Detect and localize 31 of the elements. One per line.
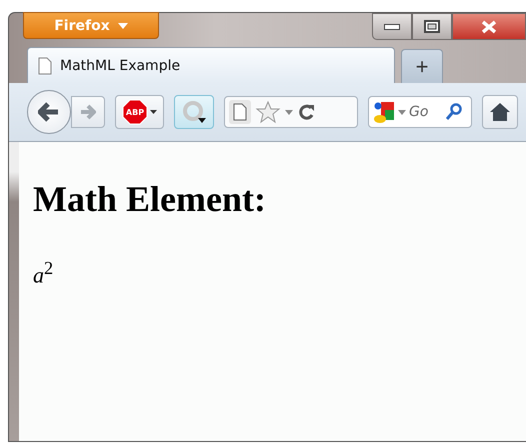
- home-button[interactable]: [482, 95, 518, 129]
- home-icon: [489, 102, 511, 122]
- page-icon: [38, 56, 52, 74]
- adblock-button[interactable]: ABP: [115, 95, 164, 129]
- page-heading: Math Element:: [33, 178, 267, 220]
- forward-arrow-icon: [80, 104, 96, 120]
- close-button[interactable]: [452, 13, 526, 40]
- new-tab-button[interactable]: +: [401, 49, 443, 83]
- minimize-icon: [384, 24, 400, 30]
- minimize-button[interactable]: [372, 13, 412, 40]
- caret-icon: [118, 22, 128, 28]
- browser-tab[interactable]: MathML Example: [27, 47, 395, 83]
- maximize-button[interactable]: [412, 13, 452, 40]
- reload-icon: [297, 103, 315, 121]
- page-icon: [233, 103, 247, 121]
- star-icon: [255, 100, 281, 124]
- address-bar[interactable]: [224, 96, 358, 128]
- search-input[interactable]: Go: [409, 104, 443, 120]
- search-icon: [446, 103, 462, 121]
- caret-icon: [398, 110, 406, 114]
- search-field[interactable]: Go: [368, 96, 472, 128]
- maximize-icon: [424, 20, 440, 33]
- math-expression: a$^{2}$: [33, 258, 54, 288]
- close-icon: [481, 20, 497, 34]
- ring-icon: [181, 100, 207, 124]
- caret-icon: [150, 110, 157, 114]
- back-arrow-icon: [38, 102, 60, 122]
- back-button[interactable]: [27, 90, 71, 134]
- caret-icon: [285, 110, 293, 114]
- search-engine-icon: [373, 100, 395, 124]
- stop-sign-logo: ABP: [122, 99, 148, 125]
